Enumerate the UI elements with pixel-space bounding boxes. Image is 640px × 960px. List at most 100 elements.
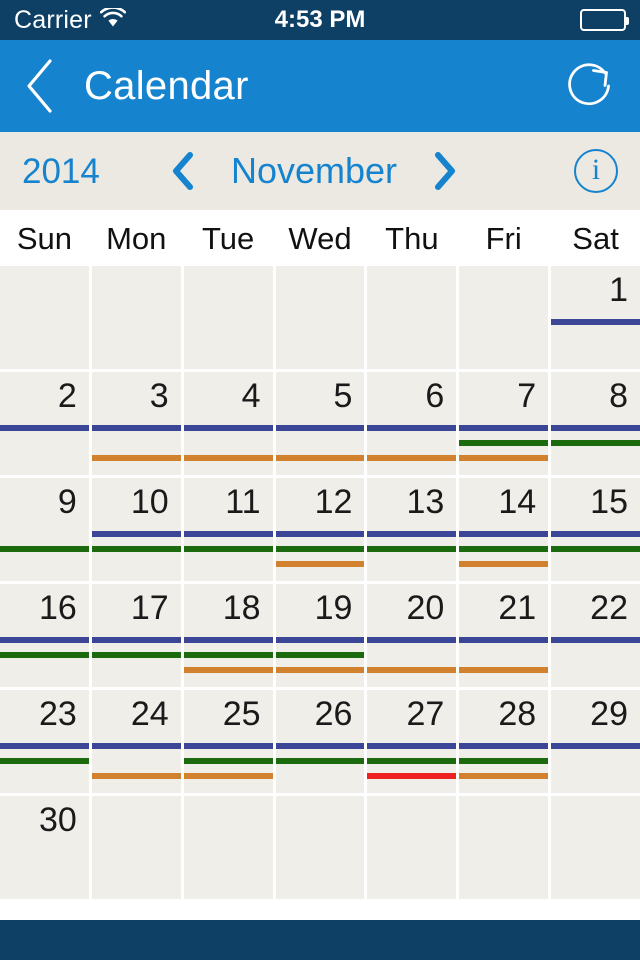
event-indicator-bars [459,743,549,779]
day-cell-empty [551,796,640,899]
day-cell[interactable]: 13 [367,478,457,581]
event-bar-orange [275,455,365,461]
day-cell[interactable]: 19 [275,584,365,687]
year-label[interactable]: 2014 [22,154,100,189]
event-bar-green [275,652,365,658]
day-number: 11 [225,483,261,521]
event-bar-blue [91,743,181,749]
day-cell[interactable]: 11 [183,478,273,581]
event-bar-blue [551,319,640,325]
calendar-grid: 1 2 3 4 5 6 7 8 9 10 11 12 13 14 15 16 17 18 19 20 21 22 23 24 2… [0,266,640,899]
day-cell[interactable]: 25 [183,690,273,793]
event-indicator-bars [551,637,640,643]
month-selector-bar: 2014 November i [0,132,640,210]
day-cell[interactable]: 8 [551,372,640,475]
event-bar-orange [91,773,181,779]
weekday-header-row: Sun Mon Tue Wed Thu Fri Sat [0,210,640,266]
event-indicator-bars [0,531,89,552]
day-number: 27 [406,695,445,733]
event-bar-spacer [0,531,89,537]
day-cell[interactable]: 3 [91,372,181,475]
refresh-button[interactable] [560,57,618,115]
day-cell[interactable]: 21 [459,584,549,687]
event-bar-orange [459,561,549,567]
event-bar-red [367,773,457,779]
event-bar-blue [183,743,273,749]
event-bar-blue [459,743,549,749]
month-navigation: November [170,151,458,191]
event-bar-blue [183,637,273,643]
day-cell-empty [0,266,89,369]
event-indicator-bars [275,743,365,764]
event-bar-green [183,546,273,552]
event-bar-spacer [367,440,456,446]
day-cell[interactable]: 7 [459,372,549,475]
event-indicator-bars [183,743,273,779]
day-number: 15 [590,483,628,521]
day-number: 23 [39,695,77,733]
weekday-label-thu: Thu [385,220,439,256]
back-button[interactable] [22,57,62,115]
day-cell[interactable]: 24 [91,690,181,793]
current-month-label[interactable]: November [214,153,414,189]
event-bar-green [551,546,640,552]
day-cell[interactable]: 29 [551,690,640,793]
day-cell[interactable]: 16 [0,584,89,687]
day-cell[interactable]: 27 [367,690,457,793]
day-cell[interactable]: 4 [183,372,273,475]
event-bar-blue [183,531,273,537]
navigation-bar: Calendar [0,40,640,132]
previous-month-button[interactable] [170,151,196,191]
wifi-icon [99,5,126,33]
event-indicator-bars [459,637,549,673]
event-bar-green [459,546,549,552]
next-month-button[interactable] [432,151,458,191]
weekday-label-sun: Sun [16,220,72,256]
day-cell[interactable]: 30 [0,796,89,899]
day-cell[interactable]: 14 [459,478,549,581]
day-cell[interactable]: 22 [551,584,640,687]
day-cell[interactable]: 17 [91,584,181,687]
event-bar-green [459,440,549,446]
day-cell[interactable]: 20 [367,584,457,687]
day-cell[interactable]: 23 [0,690,89,793]
event-bar-orange [275,561,365,567]
day-cell[interactable]: 5 [275,372,365,475]
event-indicator-bars [0,637,89,658]
day-number: 24 [130,695,169,733]
day-number: 21 [498,589,537,627]
event-bar-green [551,440,640,446]
day-cell-empty [275,796,365,899]
content-filler [0,899,640,920]
event-bar-orange [367,667,457,673]
event-bar-green [367,546,457,552]
day-cell[interactable]: 15 [551,478,640,581]
chevron-left-icon [27,59,52,113]
info-button[interactable]: i [574,149,618,193]
day-cell[interactable]: 10 [91,478,181,581]
bottom-bar [0,920,640,960]
event-indicator-bars [91,531,181,552]
day-number: 9 [57,483,77,521]
event-bar-spacer [92,758,181,764]
day-number: 28 [498,695,537,733]
day-number: 6 [425,377,445,415]
battery-nub [626,17,629,25]
status-bar-left: Carrier [14,5,126,33]
day-cell[interactable]: 12 [275,478,365,581]
day-cell[interactable]: 18 [183,584,273,687]
event-indicator-bars [91,425,181,461]
day-cell[interactable]: 26 [275,690,365,793]
day-cell-empty [183,796,273,899]
day-cell[interactable]: 6 [367,372,457,475]
day-cell[interactable]: 2 [0,372,89,475]
day-cell[interactable]: 1 [551,266,640,369]
event-indicator-bars [0,743,89,764]
event-bar-spacer [276,440,365,446]
event-bar-orange [91,455,181,461]
event-bar-spacer [459,652,548,658]
day-cell-empty [275,266,365,369]
day-cell[interactable]: 9 [0,478,89,581]
day-number: 2 [57,377,77,415]
day-cell[interactable]: 28 [459,690,549,793]
